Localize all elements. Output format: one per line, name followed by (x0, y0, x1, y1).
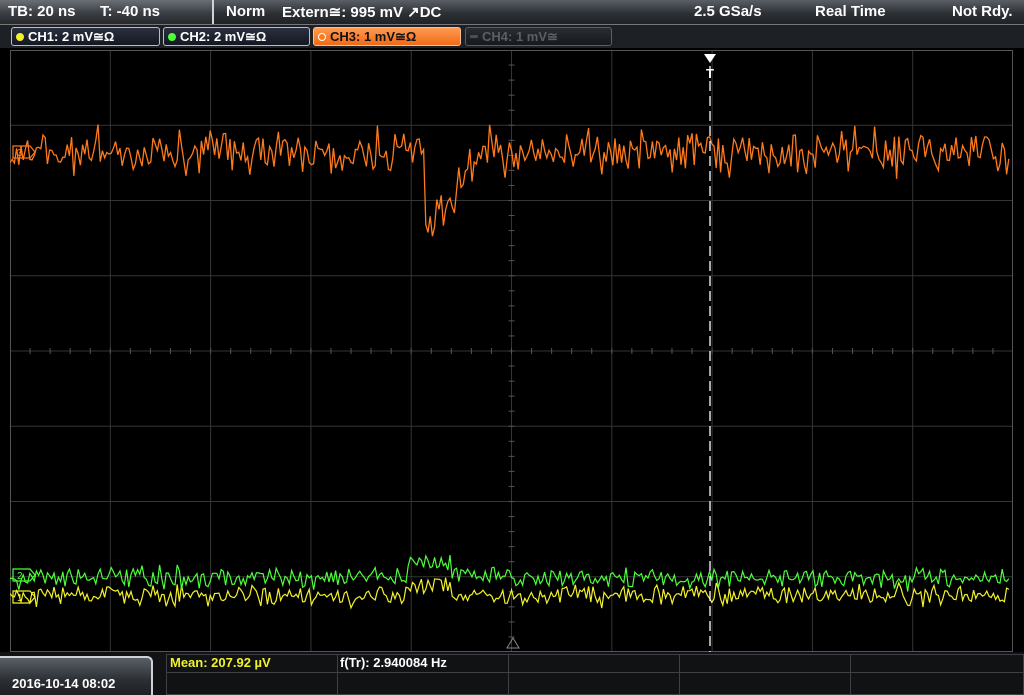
channel-1-dot-icon (16, 33, 24, 41)
channel-2-dot-icon (168, 33, 176, 41)
channel-4-label: CH4: 1 mV≅ (482, 29, 558, 44)
frequency-measurement[interactable]: f(Tr): 2.940084 Hz (340, 655, 447, 670)
channel-1-label: CH1: 2 mV≅Ω (28, 29, 115, 44)
channel-3-label: CH3: 1 mV≅Ω (330, 29, 417, 44)
measurement-cell (850, 672, 1024, 695)
acquisition-mode: Real Time (815, 3, 886, 20)
datetime-readout: 2016-10-14 08:02 (12, 676, 116, 691)
measurement-cell (508, 654, 680, 673)
channel-2-offset-label: 2 (17, 571, 23, 582)
acquisition-status: Not Rdy. (952, 3, 1013, 20)
timebase-readout[interactable]: TB: 20 ns (8, 3, 76, 20)
measurement-panel[interactable]: Mean: 207.92 µV f(Tr): 2.940084 Hz (166, 654, 1024, 695)
channel-1-button[interactable]: CH1: 2 mV≅Ω (11, 27, 160, 46)
measurement-cell (166, 672, 338, 695)
channel-2-label: CH2: 2 mV≅Ω (180, 29, 267, 44)
trigger-marker-label: T (706, 66, 714, 81)
channel-4-button[interactable]: CH4: 1 mV≅ (465, 27, 612, 46)
waveform-display[interactable]: T 3 2 1 (10, 50, 1013, 652)
measurement-cell (508, 672, 680, 695)
measurement-cell (679, 672, 851, 695)
sample-rate: 2.5 GSa/s (694, 3, 762, 20)
datetime-box: 2016-10-14 08:02 (0, 656, 153, 695)
trigger-mode[interactable]: Norm (226, 3, 265, 20)
channel-2-button[interactable]: CH2: 2 mV≅Ω (163, 27, 310, 46)
channel-4-off-icon (470, 35, 478, 38)
trigger-source[interactable]: Extern≅: 995 mV ↗DC (282, 3, 441, 21)
channel-3-button[interactable]: CH3: 1 mV≅Ω (313, 27, 461, 46)
channel-bar: CH1: 2 mV≅Ω CH2: 2 mV≅Ω CH3: 1 mV≅Ω CH4:… (0, 25, 1024, 48)
status-header: TB: 20 ns T: -40 ns Norm Extern≅: 995 mV… (0, 0, 1024, 25)
measurement-cell (850, 654, 1024, 673)
channel-1-offset-label: 1 (17, 593, 23, 604)
channel-3-dot-icon (318, 33, 326, 41)
measurement-cell (337, 672, 509, 695)
channel-3-offset-label: 3 (17, 148, 23, 159)
timebase-box[interactable]: TB: 20 ns T: -40 ns (0, 0, 214, 24)
mean-measurement[interactable]: Mean: 207.92 µV (170, 655, 271, 670)
trigger-time-readout[interactable]: T: -40 ns (100, 3, 160, 20)
measurement-cell (679, 654, 851, 673)
